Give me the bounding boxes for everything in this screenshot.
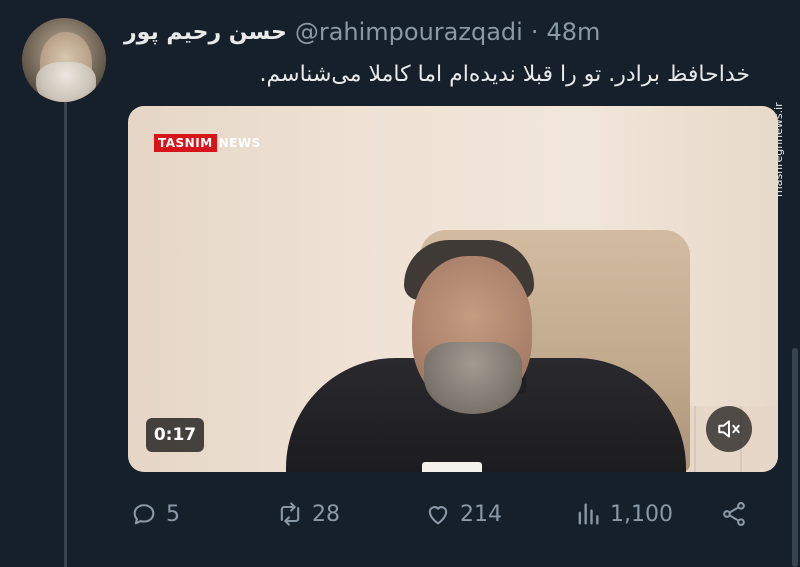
retweet-button[interactable]: 28 (276, 494, 340, 534)
like-button[interactable]: 214 (424, 494, 502, 534)
reply-count: 5 (166, 501, 180, 527)
video-player[interactable]: TASNIM NEWS (128, 106, 778, 472)
watermark-logo (728, 10, 770, 38)
bar-chart-icon (578, 503, 599, 525)
retweet-icon (280, 502, 300, 526)
timestamp[interactable]: 48m (546, 18, 600, 46)
reply-button[interactable]: 5 (130, 494, 180, 534)
share-icon (723, 501, 745, 527)
share-button[interactable] (720, 494, 748, 534)
scrollbar[interactable] (792, 348, 798, 567)
avatar[interactable] (22, 18, 106, 102)
views-button[interactable]: 1,100 (574, 494, 673, 534)
tasnim-logo: TASNIM NEWS (154, 134, 261, 152)
tweet-text: خداحافظ برادر. تو را قبلا ندیده‌ام اما ک… (259, 62, 750, 87)
retweet-count: 28 (312, 501, 340, 527)
paper (422, 462, 482, 472)
separator-dot: · (530, 18, 539, 46)
views-count: 1,100 (610, 501, 673, 527)
user-handle[interactable]: @rahimpourazqadi (295, 18, 523, 46)
tweet-header: حسن رحیم پور @rahimpourazqadi · 48m (124, 14, 600, 50)
heart-icon (428, 506, 448, 525)
action-bar: 5 28 214 1,100 (0, 494, 800, 534)
avatar-beard (36, 62, 96, 102)
tasnim-brand: TASNIM (154, 134, 217, 152)
person-beard (424, 342, 522, 414)
like-count: 214 (460, 501, 502, 527)
tasnim-suffix: NEWS (218, 136, 261, 150)
speaker-muted-icon (718, 420, 740, 438)
video-duration: 0:17 (146, 418, 204, 452)
mute-button[interactable] (706, 406, 752, 452)
reply-icon (133, 504, 155, 525)
display-name[interactable]: حسن رحیم پور (124, 20, 287, 45)
